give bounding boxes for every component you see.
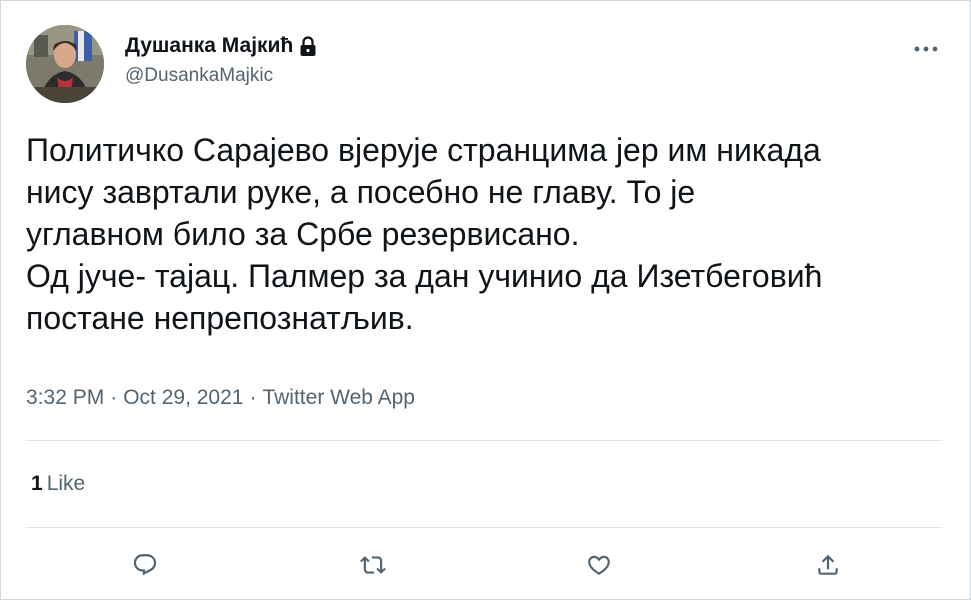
author-handle[interactable]: @DusankaMajkic: [125, 63, 317, 89]
share-button[interactable]: [808, 545, 848, 585]
tweet-text: Политичко Сарајево вјерује странцима јер…: [26, 129, 956, 339]
like-count: 1: [31, 472, 43, 495]
tweet-header: Душанка Мајкић @DusankaMajkic: [26, 25, 950, 105]
avatar-photo: [26, 25, 104, 103]
author-display-name-row[interactable]: Душанка Мајкић: [125, 33, 317, 59]
tweet-text-line: нису завртали руке, а посебно не главу. …: [26, 174, 696, 210]
share-icon: [818, 554, 838, 575]
meta-separator: ·: [249, 386, 257, 409]
reply-icon: [133, 554, 157, 576]
lock-icon: [299, 35, 317, 57]
tweet-source[interactable]: Twitter Web App: [262, 386, 415, 409]
heart-icon: [588, 555, 610, 575]
likes-stat[interactable]: 1 Like: [31, 470, 85, 498]
tweet-metadata: 3:32 PM · Oct 29, 2021 · Twitter Web App: [26, 384, 415, 412]
meta-separator: ·: [110, 386, 118, 409]
retweet-button[interactable]: [353, 545, 393, 585]
tweet-text-line: Од јуче- тајац. Палмер за дан учинио да …: [26, 258, 823, 294]
tweet-text-line: постане непрепознатљив.: [26, 300, 414, 336]
divider: [26, 440, 942, 441]
author-display-name[interactable]: Душанка Мајкић: [125, 33, 293, 59]
tweet-date[interactable]: Oct 29, 2021: [123, 386, 243, 409]
retweet-icon: [360, 556, 386, 574]
tweet-time[interactable]: 3:32 PM: [26, 386, 104, 409]
tweet-text-line: углавном било за Србе резервисано.: [26, 216, 580, 252]
more-options-icon[interactable]: [910, 39, 942, 59]
tweet-card: Душанка Мајкић @DusankaMajkic Политичко …: [0, 0, 971, 600]
avatar[interactable]: [26, 25, 104, 103]
author-names: Душанка Мајкић @DusankaMajkic: [125, 33, 317, 89]
reply-button[interactable]: [125, 545, 165, 585]
tweet-text-line: Политичко Сарајево вјерује странцима јер…: [26, 132, 821, 168]
like-label: Like: [46, 472, 86, 495]
action-bar: [1, 541, 971, 591]
divider: [26, 527, 942, 528]
like-button[interactable]: [579, 545, 619, 585]
